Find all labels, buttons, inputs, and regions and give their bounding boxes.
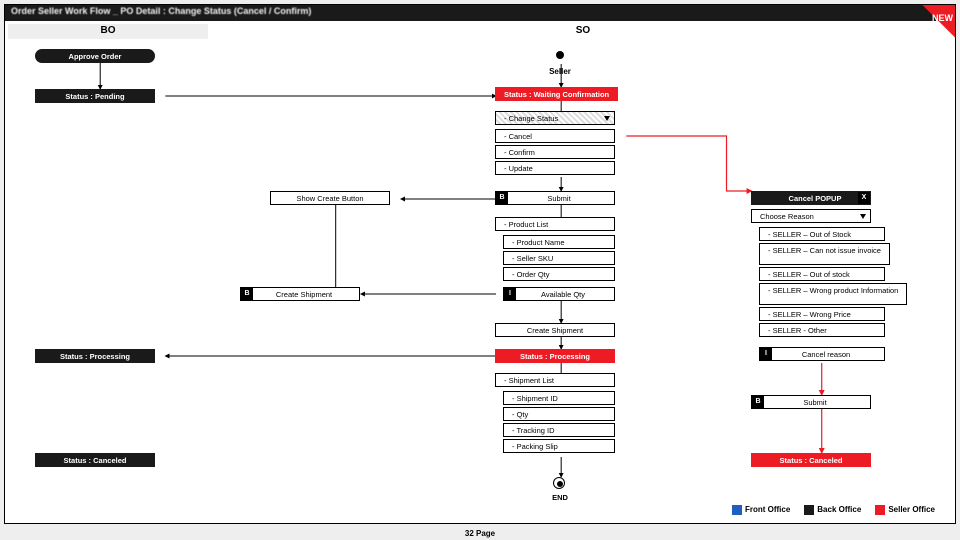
- reason-other[interactable]: - SELLER - Other: [759, 323, 885, 337]
- product-name: - Product Name: [503, 235, 615, 249]
- legend-front: Front Office: [732, 505, 790, 515]
- reason-wrong-info[interactable]: - SELLER – Wrong product Information: [759, 283, 907, 305]
- so-status-processing: Status : Processing: [495, 349, 615, 363]
- i-tag-icon: I: [760, 348, 772, 360]
- shipment-id: - Shipment ID: [503, 391, 615, 405]
- connector-lines: [5, 39, 955, 523]
- tracking-id: - Tracking ID: [503, 423, 615, 437]
- end-label: END: [530, 493, 590, 502]
- seller-label: Seller: [505, 67, 615, 76]
- b-tag-icon: B: [752, 396, 764, 408]
- create-shipment-step: Create Shipment: [495, 323, 615, 337]
- column-headers: BO SO: [5, 21, 955, 39]
- diagram-canvas: Approve Order Status : Pending Status : …: [5, 39, 955, 523]
- page-number: 32 Page: [0, 529, 960, 538]
- close-icon[interactable]: X: [858, 192, 870, 204]
- available-qty-input[interactable]: I Available Qty: [503, 287, 615, 301]
- seller-sku: - Seller SKU: [503, 251, 615, 265]
- legend-swatch-icon: [875, 505, 885, 515]
- page-title: Order Seller Work Flow _ PO Detail : Cha…: [11, 6, 311, 16]
- reason-wrong-price[interactable]: - SELLER – Wrong Price: [759, 307, 885, 321]
- legend-seller: Seller Office: [875, 505, 935, 515]
- i-tag-icon: I: [504, 288, 516, 300]
- cancel-option[interactable]: - Cancel: [495, 129, 615, 143]
- product-list: - Product List: [495, 217, 615, 231]
- bo-status-processing: Status : Processing: [35, 349, 155, 363]
- popup-submit-button[interactable]: B Submit: [751, 395, 871, 409]
- b-tag-icon: B: [241, 288, 253, 300]
- reason-out-of-stock-2[interactable]: - SELLER – Out of stock: [759, 267, 885, 281]
- title-bar: Order Seller Work Flow _ PO Detail : Cha…: [5, 5, 955, 21]
- submit-button-1[interactable]: B Submit: [495, 191, 615, 205]
- chevron-down-icon: [860, 214, 866, 219]
- reason-out-of-stock[interactable]: - SELLER – Out of Stock: [759, 227, 885, 241]
- change-status[interactable]: - Change Status: [495, 111, 615, 125]
- packing-slip: - Packing Slip: [503, 439, 615, 453]
- choose-reason[interactable]: Choose Reason: [751, 209, 871, 223]
- so-status-waiting: Status : Waiting Confirmation: [495, 87, 618, 101]
- bo-status-pending: Status : Pending: [35, 89, 155, 103]
- update-option[interactable]: - Update: [495, 161, 615, 175]
- chevron-down-icon: [604, 116, 610, 121]
- approve-order: Approve Order: [35, 49, 155, 63]
- confirm-option[interactable]: - Confirm: [495, 145, 615, 159]
- create-shipment-button[interactable]: B Create Shipment: [240, 287, 360, 301]
- legend: Front Office Back Office Seller Office: [732, 505, 935, 515]
- bo-status-canceled: Status : Canceled: [35, 453, 155, 467]
- show-create-button: Show Create Button: [270, 191, 390, 205]
- order-qty: - Order Qty: [503, 267, 615, 281]
- cancel-popup-header: Cancel POPUP X: [751, 191, 871, 205]
- legend-swatch-icon: [732, 505, 742, 515]
- cancel-reason-input[interactable]: I Cancel reason: [759, 347, 885, 361]
- legend-swatch-icon: [804, 505, 814, 515]
- b-tag-icon: B: [496, 192, 508, 204]
- start-dot-icon: [556, 51, 564, 59]
- end-ring-icon: [553, 477, 565, 489]
- page-frame: Order Seller Work Flow _ PO Detail : Cha…: [4, 4, 956, 524]
- shipment-list: - Shipment List: [495, 373, 615, 387]
- reason-no-invoice[interactable]: - SELLER – Can not issue invoice: [759, 243, 890, 265]
- legend-back: Back Office: [804, 505, 861, 515]
- bo-column-header: BO: [8, 24, 208, 39]
- shipment-qty: - Qty: [503, 407, 615, 421]
- popup-status-canceled: Status : Canceled: [751, 453, 871, 467]
- so-column-header: SO: [214, 24, 952, 39]
